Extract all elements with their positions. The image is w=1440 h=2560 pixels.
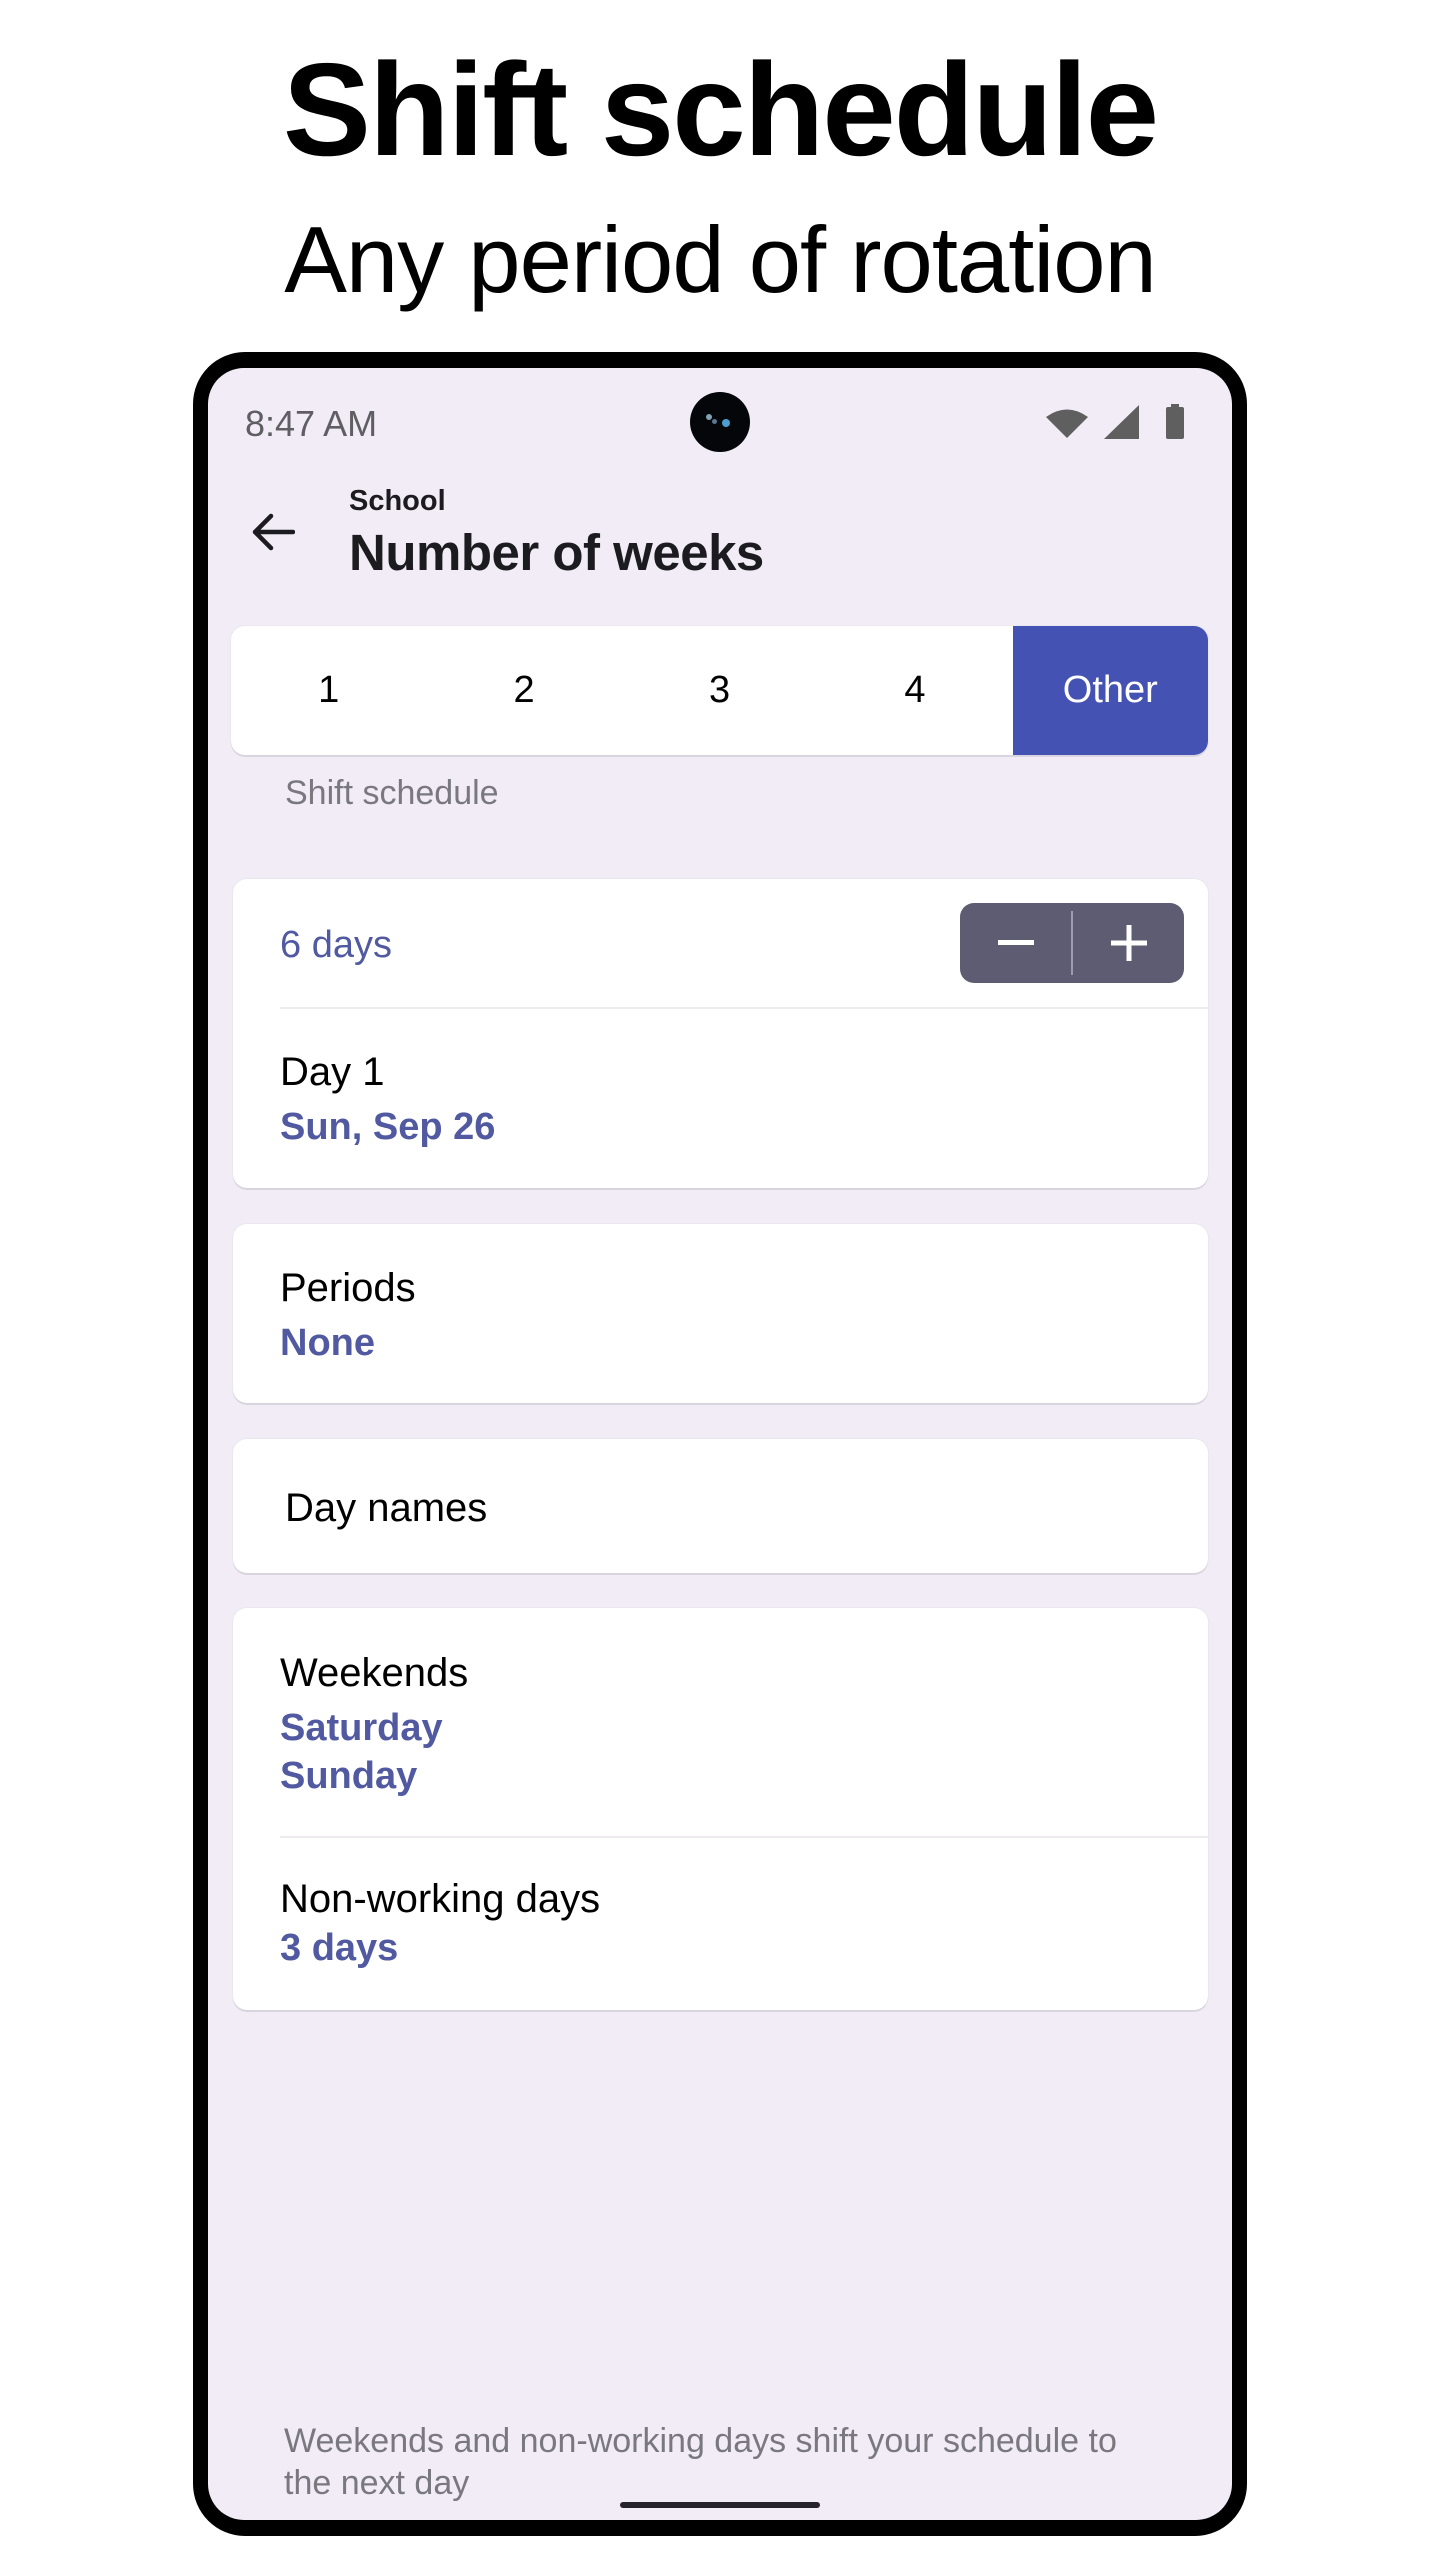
rotation-length-row: 6 days — [233, 879, 1208, 1007]
promo-subtitle: Any period of rotation — [284, 207, 1157, 312]
rotation-length-stepper — [960, 903, 1184, 983]
periods-card[interactable]: Periods None — [233, 1224, 1208, 1403]
rotation-length-value: 6 days — [280, 924, 392, 966]
front-camera — [690, 392, 750, 452]
wifi-icon — [1046, 409, 1088, 438]
nonworking-row[interactable]: Non-working days 3 days — [233, 1838, 1208, 2010]
weeks-option-3[interactable]: 3 — [622, 626, 817, 755]
nonworking-label: Non-working days — [280, 1877, 601, 1921]
weeks-option-other[interactable]: Other — [1012, 626, 1208, 755]
rotation-card: 6 days Day 1 Sun, Sep 26 — [233, 879, 1208, 1188]
weekends-value-sunday: Sunday — [280, 1755, 418, 1797]
footnote: Weekends and non-working days shift your… — [284, 2422, 1117, 2502]
weeks-option-4[interactable]: 4 — [817, 626, 1012, 755]
phone-screen: 8:47 AM School Number of weeks 1 2 3 4 O… — [208, 368, 1232, 2520]
day1-row[interactable]: Day 1 Sun, Sep 26 — [233, 1009, 1208, 1188]
minus-icon — [997, 940, 1034, 945]
day-names-card[interactable]: Day names — [233, 1439, 1208, 1573]
arrow-back-icon — [252, 513, 295, 551]
promo-title: Shift schedule — [282, 36, 1159, 183]
day-names-label: Day names — [285, 1486, 488, 1530]
decrement-button[interactable] — [960, 903, 1071, 983]
weekends-row[interactable]: Weekends Saturday Sunday — [233, 1608, 1208, 1836]
phone-frame: 8:47 AM School Number of weeks 1 2 3 4 O… — [193, 352, 1247, 2536]
day1-value: Sun, Sep 26 — [280, 1106, 496, 1148]
plus-icon — [1110, 925, 1147, 961]
weeks-option-2[interactable]: 2 — [426, 626, 621, 755]
back-button[interactable] — [238, 507, 308, 557]
page-title: Number of weeks — [349, 524, 764, 581]
section-caption: Shift schedule — [285, 774, 499, 812]
weeks-option-1[interactable]: 1 — [231, 626, 426, 755]
battery-icon — [1166, 404, 1184, 439]
status-time: 8:47 AM — [245, 403, 378, 444]
home-indicator[interactable] — [620, 2502, 820, 2508]
weeks-segmented-control: 1 2 3 4 Other — [231, 626, 1208, 755]
weekends-label: Weekends — [280, 1651, 469, 1695]
nonworking-value: 3 days — [280, 1927, 399, 1969]
day1-label: Day 1 — [280, 1050, 385, 1094]
weekends-card: Weekends Saturday Sunday Non-working day… — [233, 1608, 1208, 2010]
increment-button[interactable] — [1073, 903, 1184, 983]
weekends-value-saturday: Saturday — [280, 1707, 443, 1749]
periods-value: None — [280, 1322, 375, 1364]
periods-label: Periods — [280, 1266, 416, 1310]
signal-icon — [1104, 405, 1139, 439]
header-subtitle: School — [349, 485, 446, 517]
